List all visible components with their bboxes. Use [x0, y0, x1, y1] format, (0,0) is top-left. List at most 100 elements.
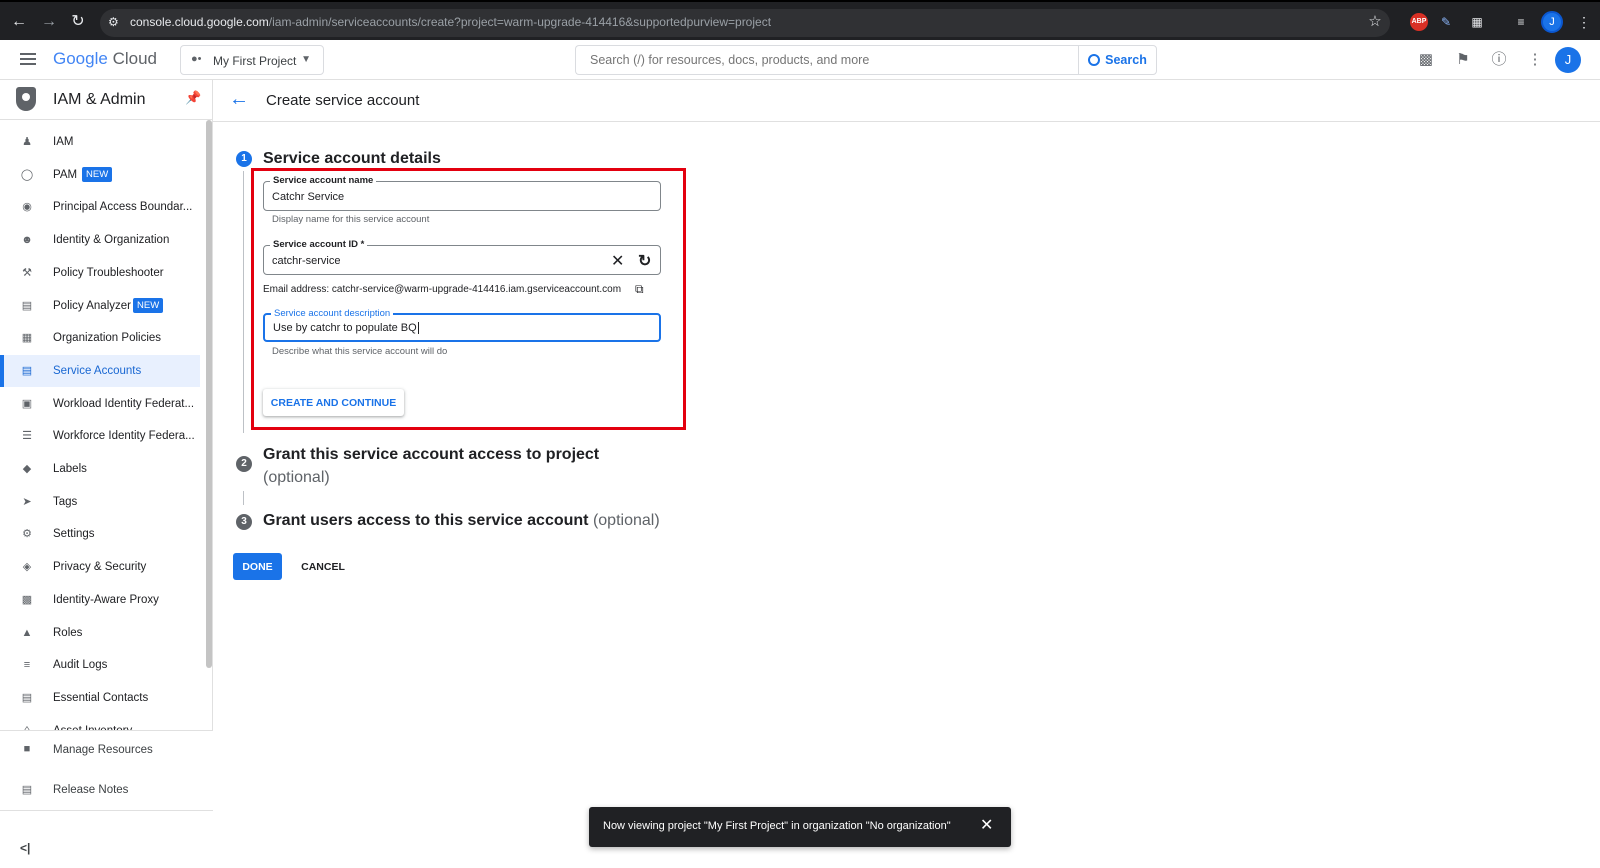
wrench-icon: ⚒ [22, 267, 32, 279]
sidebar-item[interactable]: ⚙ Settings [0, 518, 200, 550]
help-icon[interactable]: ⓘ [1489, 50, 1509, 70]
forward-icon[interactable]: → [38, 11, 60, 33]
service-account-name-field[interactable]: Service account name Catchr Service [263, 175, 661, 211]
service-account-description-value: Use by catchr to populate BQ [273, 322, 419, 334]
id-card-icon: ▣ [21, 398, 33, 410]
gear-icon: ⚙ [22, 528, 32, 540]
site-info-icon[interactable]: ⚙ [108, 15, 122, 29]
account-circle-icon: ☻ [21, 234, 33, 246]
more-options-icon[interactable]: ⋮ [1525, 50, 1545, 70]
chrome-menu-icon[interactable]: ⋮ [1575, 13, 1593, 31]
cloud-shell-icon[interactable]: ▩ [1416, 50, 1436, 70]
sidebar-item-label: Principal Access Boundar... [53, 201, 193, 213]
step-3-number: 3 [236, 514, 252, 530]
create-and-continue-button[interactable]: CREATE AND CONTINUE [263, 389, 404, 416]
adblock-icon[interactable]: ABP [1410, 13, 1428, 31]
media-icon[interactable]: ≡ [1512, 13, 1530, 31]
pen-icon[interactable]: ✎ [1437, 13, 1455, 31]
sidebar-item[interactable]: ➤ Tags [0, 486, 200, 518]
close-icon[interactable]: ✕ [980, 817, 993, 835]
page-title: Create service account [266, 92, 420, 109]
step-1-number: 1 [236, 151, 252, 167]
sidebar-item-label: Settings [53, 528, 95, 540]
shield-icon: ◯ [20, 169, 34, 181]
step-3-title[interactable]: Grant users access to this service accou… [263, 512, 660, 530]
sidebar-item-label: Workforce Identity Federa... [53, 430, 195, 442]
search-button[interactable]: Search [1078, 45, 1157, 75]
step-connector [243, 491, 244, 505]
sidebar-item[interactable]: ▦ Organization Policies [0, 322, 200, 354]
chevron-down-icon: ▼ [301, 54, 311, 65]
sidebar-item[interactable]: ◉ Principal Access Boundar... [0, 191, 200, 223]
sidebar-item[interactable]: ◆ Labels [0, 453, 200, 485]
search-input[interactable] [575, 45, 1079, 75]
collapse-sidebar-icon[interactable]: <| [20, 841, 30, 855]
project-picker[interactable]: ●• My First Project ▼ [180, 45, 324, 75]
sidebar-item[interactable]: ▩ Identity-Aware Proxy [0, 584, 200, 616]
service-account-description-field[interactable]: Service account description Use by catch… [263, 308, 661, 342]
step-2-number: 2 [236, 456, 252, 472]
reload-icon[interactable]: ↻ [67, 11, 89, 33]
step-3-optional: (optional) [592, 512, 660, 529]
cancel-button[interactable]: CANCEL [294, 553, 352, 580]
sidebar-item-label: Identity & Organization [53, 234, 170, 246]
sidebar-item-label: Audit Logs [53, 659, 108, 671]
sidebar-item[interactable]: ▣ Workload Identity Federat... [0, 388, 200, 420]
sidebar-item-label: Privacy & Security [53, 561, 147, 573]
url-text: console.cloud.google.com/iam-admin/servi… [130, 15, 771, 29]
sidebar-scrollbar[interactable] [206, 120, 212, 668]
address-bar[interactable]: ⚙ console.cloud.google.com/iam-admin/ser… [100, 9, 1390, 37]
release-notes-label: Release Notes [53, 784, 129, 796]
console-header: Google Cloud ●• My First Project ▼ Searc… [0, 40, 1600, 80]
logo-google-word: Google [53, 49, 108, 68]
extensions-icon[interactable]: ▦ [1468, 13, 1486, 31]
sidebar-item[interactable]: ▤ Policy Analyzer NEW [0, 290, 200, 322]
notifications-icon[interactable]: ⚑ [1453, 50, 1473, 70]
document-search-icon: ▤ [21, 300, 33, 312]
search-button-label: Search [1105, 53, 1147, 67]
sidebar-item[interactable]: ▤ Service Accounts [0, 355, 200, 387]
sidebar-item[interactable]: ▲ Roles [0, 617, 200, 649]
user-avatar[interactable]: J [1555, 47, 1581, 73]
bookmark-star-icon[interactable]: ☆ [1366, 13, 1384, 31]
service-account-name-label: Service account name [270, 175, 377, 186]
shield-lock-icon: ◈ [22, 561, 32, 573]
back-icon[interactable]: ← [8, 11, 30, 33]
sidebar-item[interactable]: ☰ Workforce Identity Federa... [0, 420, 200, 452]
main-menu-icon[interactable] [18, 50, 38, 70]
url-path: /iam-admin/serviceaccounts/create?projec… [268, 15, 772, 29]
lines-icon: ≡ [23, 659, 31, 671]
sidebar-title: IAM & Admin [53, 91, 146, 108]
sidebar-item-label: Workload Identity Federat... [53, 398, 195, 410]
snackbar-message: Now viewing project "My First Project" i… [603, 820, 951, 832]
back-arrow-icon[interactable]: ← [229, 88, 249, 111]
manage-resources-link[interactable]: ■ Manage Resources [0, 731, 213, 771]
sidebar-item[interactable]: ⚒ Policy Troubleshooter [0, 257, 200, 289]
sidebar-item[interactable]: ☻ Identity & Organization [0, 224, 200, 256]
sidebar-item[interactable]: ◯ PAM NEW [0, 159, 200, 191]
copy-icon[interactable]: ⧉ [635, 282, 644, 297]
sidebar-item-label: Identity-Aware Proxy [53, 594, 159, 606]
google-cloud-logo[interactable]: Google Cloud [53, 49, 157, 69]
sidebar-item-label: IAM [53, 136, 74, 148]
release-notes-link[interactable]: ▤ Release Notes [0, 771, 213, 811]
service-account-id-field[interactable]: Service account ID * catchr-service ✕ ↻ [263, 239, 661, 275]
sidebar-nav: ♟ IAM ◯ PAM NEW ◉ Principal Access Boundar... ☻… [0, 126, 206, 756]
step-2-title-text: Grant this service account access to pro… [263, 446, 600, 463]
pin-icon[interactable]: 📌 [185, 90, 201, 106]
list-icon: ☰ [22, 430, 32, 442]
service-account-icon: ▤ [21, 365, 33, 377]
sidebar-item[interactable]: ♟ IAM [0, 126, 200, 158]
sidebar: IAM & Admin 📌 ♟ IAM ◯ PAM NEW ◉ Principal Acce… [0, 80, 213, 868]
refresh-icon[interactable]: ↻ [638, 251, 651, 271]
sidebar-item-label: Policy Troubleshooter [53, 267, 164, 279]
done-button[interactable]: DONE [233, 553, 282, 580]
sidebar-item[interactable]: ▤ Essential Contacts [0, 682, 200, 714]
step-2-title[interactable]: Grant this service account access to pro… [263, 443, 599, 489]
sidebar-item-label: Service Accounts [53, 365, 142, 377]
sidebar-item[interactable]: ≡ Audit Logs [0, 649, 200, 681]
person-add-icon: ♟ [22, 136, 32, 148]
clear-icon[interactable]: ✕ [611, 251, 624, 271]
sidebar-item[interactable]: ◈ Privacy & Security [0, 551, 200, 583]
profile-avatar[interactable]: J [1541, 11, 1563, 33]
